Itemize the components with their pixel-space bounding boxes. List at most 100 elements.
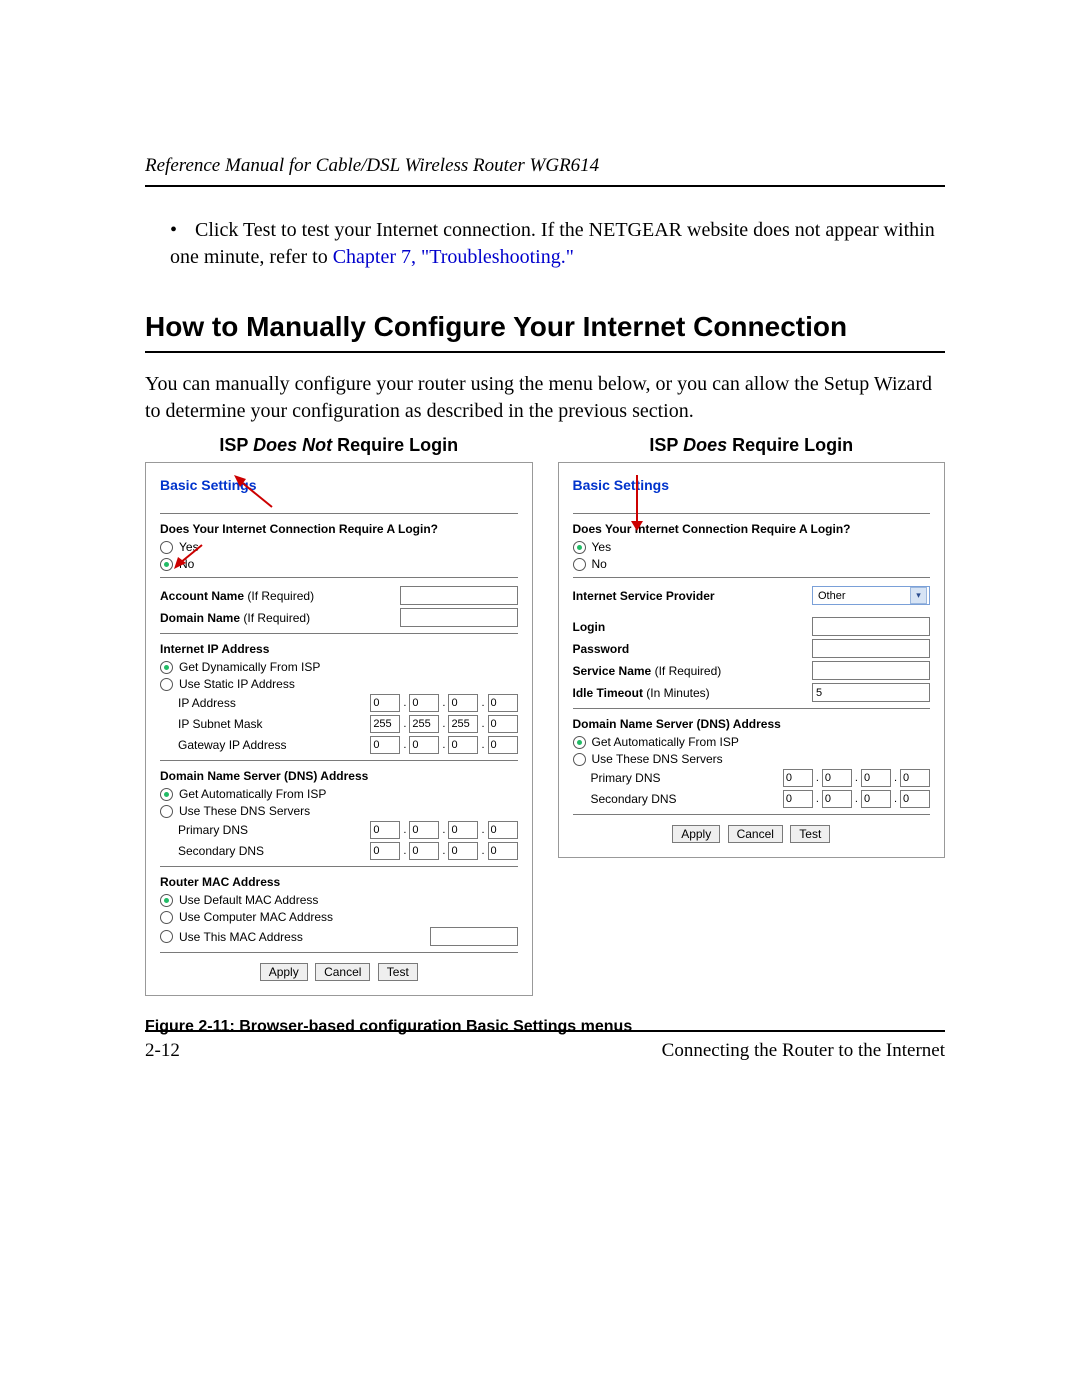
login-no-label: No: [592, 557, 607, 571]
ip-octet[interactable]: [409, 736, 439, 754]
page-number: 2-12: [145, 1040, 180, 1062]
ip-octet[interactable]: [370, 736, 400, 754]
ip-octet[interactable]: [783, 790, 813, 808]
login-yes-label: Yes: [179, 540, 199, 554]
mac-default-label: Use Default MAC Address: [179, 893, 318, 907]
right-column-title: ISP Does Require Login: [558, 435, 946, 456]
ip-octet[interactable]: [409, 715, 439, 733]
left-panel: Basic Settings Does Your Internet Connec…: [145, 462, 533, 996]
ip-octet[interactable]: [370, 715, 400, 733]
dns-auto-label: Get Automatically From ISP: [592, 735, 739, 749]
password-input[interactable]: [812, 639, 930, 658]
ip-address-label: IP Address: [178, 696, 364, 710]
cancel-button[interactable]: Cancel: [315, 963, 370, 981]
chevron-down-icon: ▾: [910, 587, 927, 604]
ip-octet[interactable]: [409, 842, 439, 860]
gateway-label: Gateway IP Address: [178, 738, 364, 752]
test-button[interactable]: Test: [790, 825, 830, 843]
ip-octet[interactable]: [822, 790, 852, 808]
ip-octet[interactable]: [409, 821, 439, 839]
secondary-dns-label: Secondary DNS: [591, 792, 777, 806]
ip-octet[interactable]: [448, 842, 478, 860]
ip-octet[interactable]: [448, 694, 478, 712]
login-no-radio[interactable]: [573, 558, 586, 571]
ip-static-radio[interactable]: [160, 678, 173, 691]
apply-button[interactable]: Apply: [260, 963, 308, 981]
left-panel-title: Basic Settings: [160, 477, 256, 493]
apply-button[interactable]: Apply: [672, 825, 720, 843]
isp-select[interactable]: Other ▾: [812, 586, 930, 605]
primary-dns-label: Primary DNS: [178, 823, 364, 837]
bullet-item: • Click Test to test your Internet conne…: [170, 217, 945, 271]
login-label: Login: [573, 620, 606, 634]
ip-octet[interactable]: [900, 790, 930, 808]
mac-this-radio[interactable]: [160, 930, 173, 943]
troubleshooting-link[interactable]: Chapter 7, "Troubleshooting.": [333, 246, 574, 268]
ip-octet[interactable]: [370, 842, 400, 860]
dns-header: Domain Name Server (DNS) Address: [573, 717, 931, 731]
ip-octet[interactable]: [448, 715, 478, 733]
ip-octet[interactable]: [488, 842, 518, 860]
ip-header: Internet IP Address: [160, 642, 518, 656]
page-footer: 2-12 Connecting the Router to the Intern…: [145, 1030, 945, 1062]
ip-octet[interactable]: [783, 769, 813, 787]
ip-octet[interactable]: [488, 694, 518, 712]
test-button[interactable]: Test: [378, 963, 418, 981]
ip-octet[interactable]: [370, 821, 400, 839]
primary-dns-label: Primary DNS: [591, 771, 777, 785]
dns-auto-radio[interactable]: [160, 788, 173, 801]
ip-octet[interactable]: [448, 736, 478, 754]
dns-manual-radio[interactable]: [573, 753, 586, 766]
ip-octet[interactable]: [861, 769, 891, 787]
mac-this-label: Use This MAC Address: [179, 930, 424, 944]
dns-auto-label: Get Automatically From ISP: [179, 787, 326, 801]
isp-label: Internet Service Provider: [573, 589, 715, 603]
mac-header: Router MAC Address: [160, 875, 518, 889]
ip-octet[interactable]: [861, 790, 891, 808]
login-no-label: No: [179, 557, 194, 571]
bullet-icon: •: [170, 217, 190, 244]
dns-auto-radio[interactable]: [573, 736, 586, 749]
ip-dynamic-radio[interactable]: [160, 661, 173, 674]
ip-octet[interactable]: [488, 736, 518, 754]
right-panel: Basic Settings Does Your Internet Connec…: [558, 462, 946, 858]
mac-computer-label: Use Computer MAC Address: [179, 910, 333, 924]
login-yes-label: Yes: [592, 540, 612, 554]
ip-octet[interactable]: [488, 715, 518, 733]
left-column-title: ISP Does Not Require Login: [145, 435, 533, 456]
mac-computer-radio[interactable]: [160, 911, 173, 924]
ip-octet[interactable]: [409, 694, 439, 712]
account-name-input[interactable]: [400, 586, 518, 605]
password-label: Password: [573, 642, 630, 656]
ip-static-label: Use Static IP Address: [179, 677, 295, 691]
service-name-input[interactable]: [812, 661, 930, 680]
domain-name-input[interactable]: [400, 608, 518, 627]
dns-manual-label: Use These DNS Servers: [179, 804, 310, 818]
right-panel-title: Basic Settings: [573, 477, 669, 493]
idle-timeout-input[interactable]: [812, 683, 930, 702]
ip-octet[interactable]: [448, 821, 478, 839]
ip-octet[interactable]: [370, 694, 400, 712]
intro-paragraph: You can manually configure your router u…: [145, 371, 945, 425]
section-title: How to Manually Configure Your Internet …: [145, 311, 945, 353]
ip-dynamic-label: Get Dynamically From ISP: [179, 660, 320, 674]
isp-select-value: Other: [818, 590, 846, 602]
ip-octet[interactable]: [488, 821, 518, 839]
cancel-button[interactable]: Cancel: [728, 825, 783, 843]
dns-header: Domain Name Server (DNS) Address: [160, 769, 518, 783]
login-yes-radio[interactable]: [573, 541, 586, 554]
secondary-dns-label: Secondary DNS: [178, 844, 364, 858]
footer-title: Connecting the Router to the Internet: [662, 1040, 945, 1062]
mac-address-input[interactable]: [430, 927, 518, 946]
mac-default-radio[interactable]: [160, 894, 173, 907]
dns-manual-label: Use These DNS Servers: [592, 752, 723, 766]
dns-manual-radio[interactable]: [160, 805, 173, 818]
login-question: Does Your Internet Connection Require A …: [573, 522, 931, 536]
ip-octet[interactable]: [822, 769, 852, 787]
login-no-radio[interactable]: [160, 558, 173, 571]
login-input[interactable]: [812, 617, 930, 636]
ip-octet[interactable]: [900, 769, 930, 787]
login-yes-radio[interactable]: [160, 541, 173, 554]
login-question: Does Your Internet Connection Require A …: [160, 522, 518, 536]
subnet-label: IP Subnet Mask: [178, 717, 364, 731]
